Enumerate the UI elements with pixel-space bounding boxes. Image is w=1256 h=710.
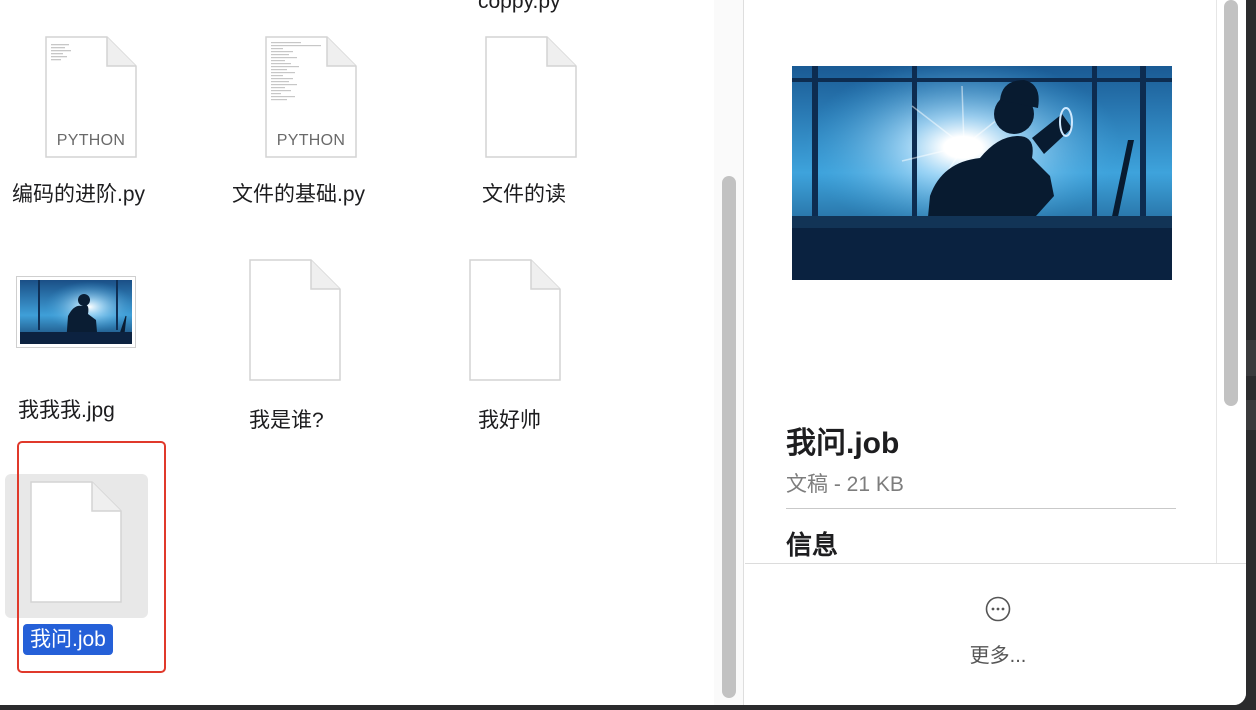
python-file-icon: PYTHON: [265, 36, 357, 158]
more-button[interactable]: 更多...: [945, 592, 1095, 672]
file-name-coppy[interactable]: coppy.py: [478, 0, 561, 14]
file-name: 文件的读: [482, 183, 566, 206]
blank-document-icon: [469, 259, 561, 381]
file-name: 我我我.jpg: [18, 399, 115, 422]
blank-document-icon: [485, 36, 577, 158]
file-name: 我好帅: [478, 409, 541, 432]
desktop-edge: [1246, 0, 1256, 710]
python-file-icon: PYTHON: [45, 36, 137, 158]
ellipsis-circle-icon: [985, 596, 1011, 627]
more-label: 更多...: [969, 645, 1027, 667]
preview-meta: 文稿 - 21 KB: [786, 473, 904, 496]
preview-scrollbar[interactable]: [1224, 0, 1238, 406]
blank-document-icon: [249, 259, 341, 381]
annotation-red-box: [17, 441, 166, 673]
file-name: 我是谁?: [249, 409, 324, 432]
file-name: 编码的进阶.py: [12, 183, 146, 206]
file-name: 文件的基础.py: [232, 183, 366, 206]
preview-actions-bar: 更多...: [745, 563, 1246, 705]
preview-image: [792, 66, 1172, 280]
file-kind-label: PYTHON: [56, 132, 126, 149]
file-kind-label: PYTHON: [276, 132, 346, 149]
image-thumbnail: [16, 276, 136, 348]
finder-window: coppy.py PYTHON 编码的进阶.py PYTHON 文件的基础.py…: [0, 0, 1246, 705]
preview-section-info[interactable]: 信息: [786, 525, 838, 562]
file-list-scrollbar[interactable]: [722, 176, 736, 698]
preview-title: 我问.job: [786, 427, 900, 460]
preview-divider: [786, 508, 1176, 509]
